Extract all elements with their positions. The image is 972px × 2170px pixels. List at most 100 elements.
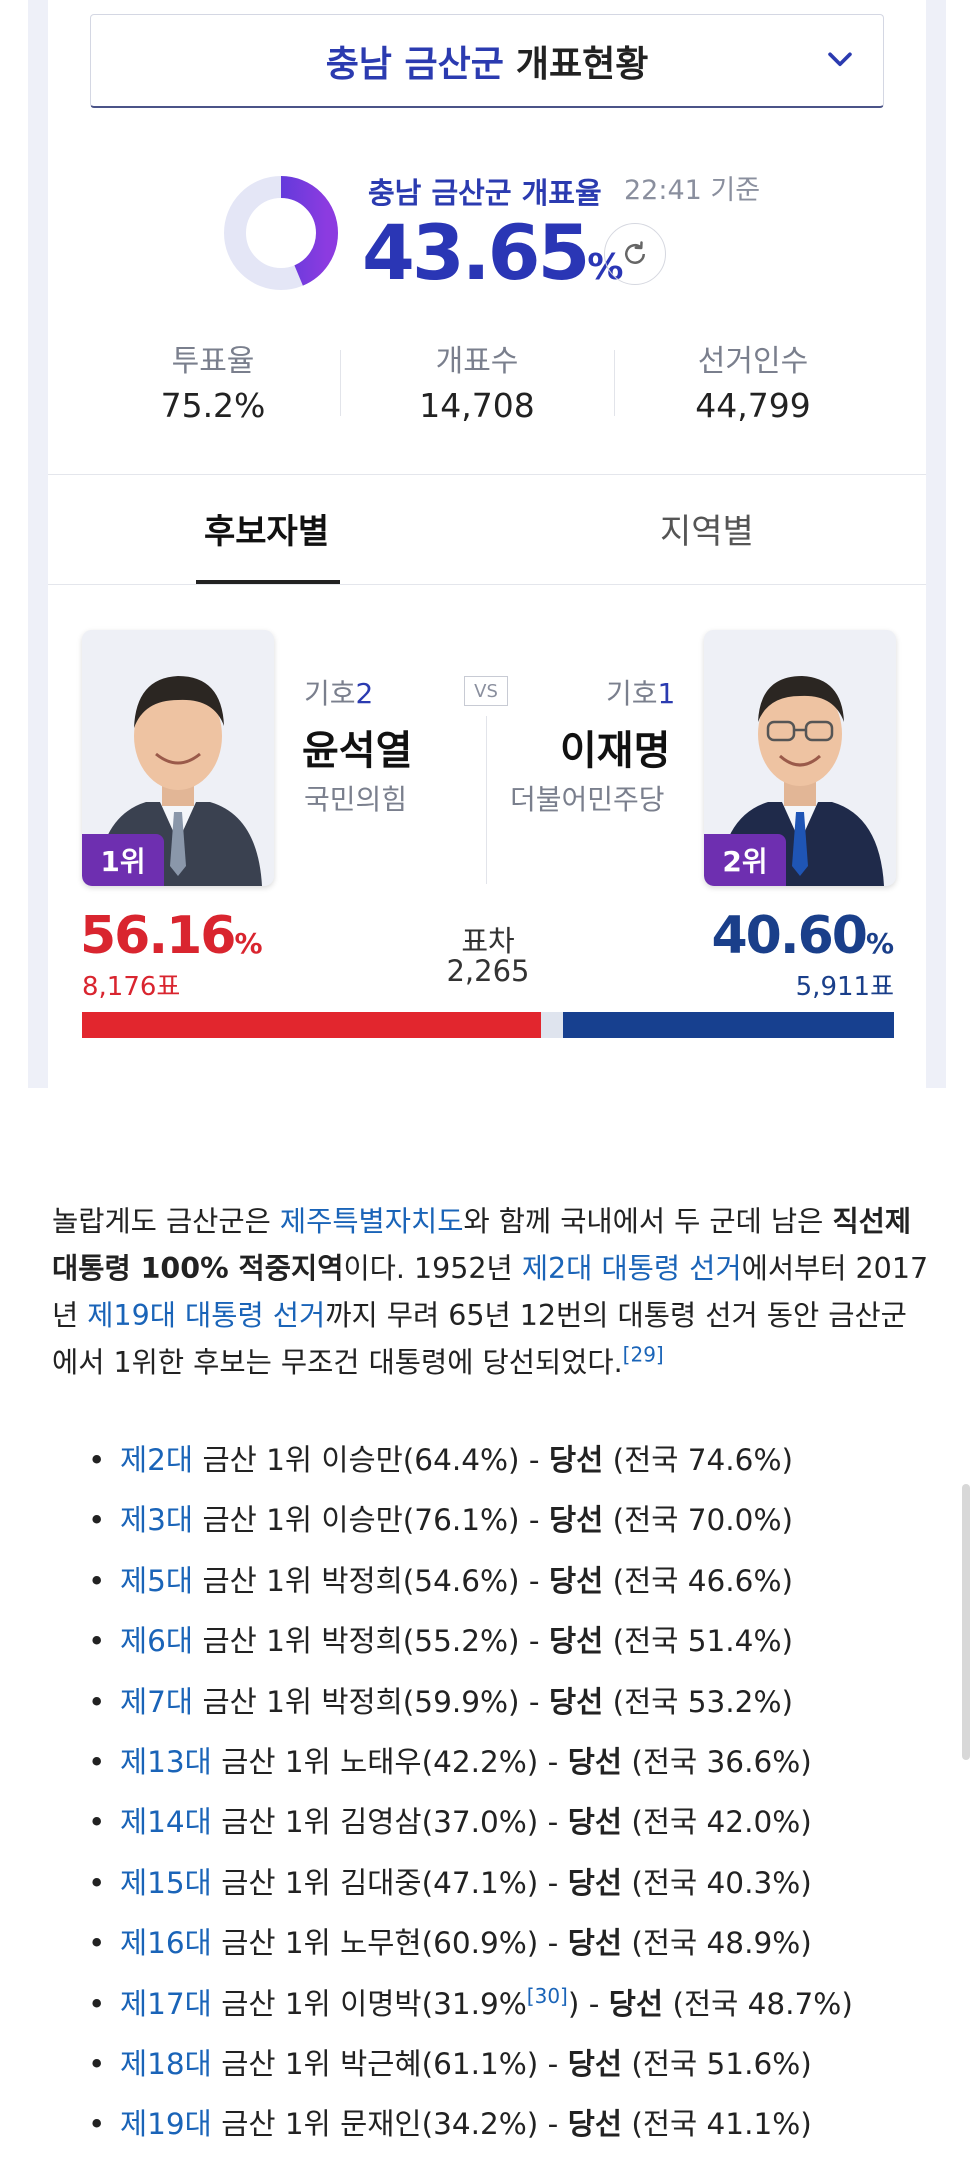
result-text: 당선 <box>548 1563 604 1598</box>
candidate-number-value: 2 <box>355 677 374 710</box>
article-text: 이다. 1952년 <box>343 1252 522 1285</box>
turnout-stat: 투표율 75.2% <box>78 336 348 425</box>
list-text: 금산 1위 박정희(59.9%) - <box>193 1684 549 1719</box>
region-title: 개표현황 <box>515 43 649 85</box>
list-item: 제17대 금산 1위 이명박(31.9%[30]) - 당선 (전국 48.7%… <box>88 1974 948 2034</box>
candidate-percent: 40.60% <box>711 906 894 966</box>
candidate-number-prefix: 기호 <box>304 677 356 710</box>
article-paragraph: 놀랍게도 금산군은 제주특별자치도와 함께 국내에서 두 군데 남은 직선제 대… <box>52 1198 932 1386</box>
candidate-photo-lee: 2위 <box>704 630 896 886</box>
list-item: 제14대 금산 1위 김영삼(37.0%) - 당선 (전국 42.0%) <box>88 1792 948 1852</box>
election-history-list: 제2대 금산 1위 이승만(64.4%) - 당선 (전국 74.6%) 제3대… <box>88 1430 948 2155</box>
term-link[interactable]: 제16대 <box>120 1926 212 1960</box>
footnote-link[interactable]: [29] <box>623 1343 664 1367</box>
chevron-down-icon <box>828 52 852 67</box>
footnote-link[interactable]: [30] <box>527 1984 568 2008</box>
turnout-value: 75.2% <box>160 386 266 425</box>
list-item: 제15대 금산 1위 김대중(47.1%) - 당선 (전국 40.3%) <box>88 1853 948 1913</box>
term-link[interactable]: 제2대 <box>120 1443 193 1477</box>
term-link[interactable]: 제19대 <box>120 2107 212 2141</box>
term-link[interactable]: 제17대 <box>120 1987 212 2021</box>
vs-divider <box>486 716 487 884</box>
term-link[interactable]: 제7대 <box>120 1685 193 1719</box>
link-jeju[interactable]: 제주특별자치도 <box>280 1205 464 1238</box>
list-item: 제18대 금산 1위 박근혜(61.1%) - 당선 (전국 51.6%) <box>88 2034 948 2094</box>
candidate-votes: 8,176표 <box>82 972 181 1002</box>
list-text: 금산 1위 이승만(76.1%) - <box>193 1503 549 1538</box>
national-text: (전국 48.9%) <box>621 1926 812 1961</box>
list-item: 제6대 금산 1위 박정희(55.2%) - 당선 (전국 51.4%) <box>88 1611 948 1671</box>
term-link[interactable]: 제15대 <box>120 1866 212 1900</box>
list-item: 제13대 금산 1위 노태우(42.2%) - 당선 (전국 36.6%) <box>88 1732 948 1792</box>
refresh-button[interactable] <box>604 223 666 285</box>
vote-difference-value: 2,265 <box>446 954 530 988</box>
list-text: 금산 1위 문재인(34.2%) - <box>211 2107 568 2142</box>
result-text: 당선 <box>567 1805 622 1840</box>
electorate-stat: 선거인수 44,799 <box>618 336 888 425</box>
list-item: 제7대 금산 1위 박정희(59.9%) - 당선 (전국 53.2%) <box>88 1672 948 1732</box>
scrollbar[interactable] <box>962 1484 970 1760</box>
article-text: 와 함께 국내에서 두 군데 남은 <box>463 1205 833 1238</box>
candidate-party: 국민의힘 <box>304 783 408 816</box>
refresh-icon <box>625 241 645 264</box>
count-rate-value: 43.65% <box>362 208 623 297</box>
count-rate-label: 충남 금산군 개표율 <box>368 176 602 210</box>
rank-badge: 2위 <box>704 834 786 886</box>
term-link[interactable]: 제6대 <box>120 1624 193 1658</box>
count-rate-time: 22:41 기준 <box>624 175 761 206</box>
national-text: (전국 48.7%) <box>663 1986 853 2021</box>
national-text: (전국 42.0%) <box>621 1805 812 1840</box>
list-item: 제16대 금산 1위 노무현(60.9%) - 당선 (전국 48.9%) <box>88 1913 948 1973</box>
count-rate-donut <box>224 176 338 290</box>
list-item: 제2대 금산 1위 이승만(64.4%) - 당선 (전국 74.6%) <box>88 1430 948 1490</box>
candidate-votes: 5,911표 <box>795 972 894 1002</box>
vote-share-bar-yoon <box>82 1012 541 1038</box>
percent-unit: % <box>865 927 894 960</box>
list-text: 금산 1위 박근혜(61.1%) - <box>211 2046 568 2081</box>
result-text: 당선 <box>548 1443 604 1477</box>
term-link[interactable]: 제3대 <box>120 1503 193 1537</box>
rank-badge: 1위 <box>82 834 164 886</box>
tabs-divider <box>48 474 926 475</box>
candidate-number-prefix: 기호 <box>606 677 658 710</box>
national-text: (전국 51.6%) <box>621 2046 812 2081</box>
national-text: (전국 36.6%) <box>621 1744 812 1779</box>
stat-divider <box>340 350 341 416</box>
term-link[interactable]: 제14대 <box>120 1805 212 1839</box>
counted-label: 개표수 <box>435 344 519 379</box>
result-text: 당선 <box>567 1865 622 1900</box>
link-19th-election[interactable]: 제19대 대통령 선거 <box>87 1299 325 1332</box>
list-item: 제19대 금산 1위 문재인(34.2%) - 당선 (전국 41.1%) <box>88 2094 948 2154</box>
tab-by-candidate[interactable]: 후보자별 <box>204 504 329 553</box>
list-text: 금산 1위 이승만(64.4%) - <box>193 1443 549 1477</box>
tab-by-region[interactable]: 지역별 <box>660 504 754 553</box>
vote-share-bar <box>82 1012 894 1038</box>
result-text: 당선 <box>567 2046 622 2081</box>
result-text: 당선 <box>548 1503 604 1538</box>
national-text: (전국 41.1%) <box>621 2107 812 2142</box>
term-link[interactable]: 제18대 <box>120 2047 212 2081</box>
result-text: 당선 <box>548 1684 604 1719</box>
vote-share-bar-lee <box>562 1012 894 1038</box>
candidate-photo-yoon: 1위 <box>82 630 274 886</box>
region-name: 충남 금산군 <box>325 43 504 85</box>
candidate-number-value: 1 <box>657 677 676 710</box>
result-text: 당선 <box>567 1744 622 1779</box>
term-link[interactable]: 제5대 <box>120 1564 193 1598</box>
counted-stat: 개표수 14,708 <box>342 336 612 425</box>
candidate-number: 기호2 <box>304 672 373 712</box>
national-text: (전국 46.6%) <box>603 1563 793 1598</box>
result-text: 당선 <box>567 1926 622 1961</box>
link-2nd-election[interactable]: 제2대 대통령 선거 <box>522 1252 742 1285</box>
list-text: 금산 1위 김영삼(37.0%) - <box>211 1805 568 1840</box>
percent-unit: % <box>234 927 263 960</box>
electorate-label: 선거인수 <box>697 344 809 379</box>
candidate-name: 윤석열 <box>302 728 413 774</box>
region-selector[interactable]: 충남 금산군 개표현황 <box>90 14 884 108</box>
national-text: (전국 74.6%) <box>603 1443 793 1477</box>
list-text: ) - <box>567 1986 609 2021</box>
list-text: 금산 1위 박정희(55.2%) - <box>193 1624 549 1659</box>
term-link[interactable]: 제13대 <box>120 1745 212 1779</box>
candidate-percent: 56.16% <box>80 906 263 966</box>
candidate-party: 더불어민주당 <box>510 783 665 816</box>
